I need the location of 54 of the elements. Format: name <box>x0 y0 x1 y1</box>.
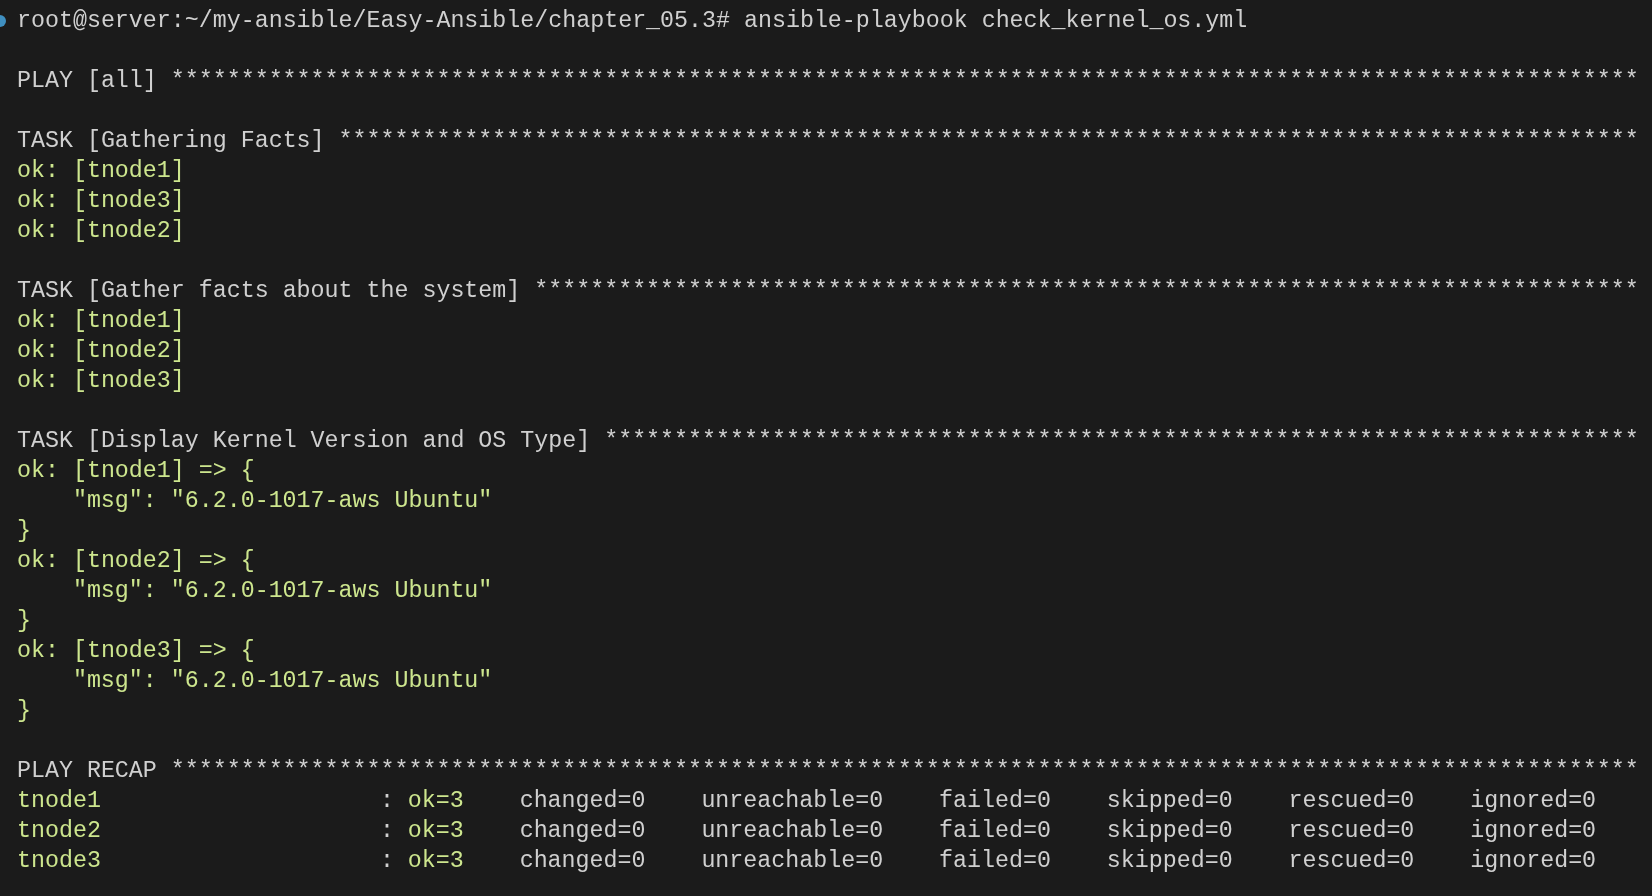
output-line: ok: [tnode2] <box>17 217 185 246</box>
recap-separator: : <box>379 847 394 876</box>
section-heading: PLAY [all] <box>17 67 157 96</box>
separator-rule: ******************************************************************************* <box>534 277 1639 306</box>
output-line: ok: [tnode3] <box>17 367 185 396</box>
separator-rule: ********************************************************************************************* <box>338 127 1639 156</box>
recap-stat: rescued=0 <box>1288 817 1415 846</box>
recap-stat: ok=3 <box>407 817 464 846</box>
recap-stat: ignored=0 <box>1470 817 1597 846</box>
host-name: tnode2 <box>17 817 102 846</box>
output-line: "msg": "6.2.0-1017-aws Ubuntu" <box>72 577 493 606</box>
recap-stat: changed=0 <box>519 787 646 816</box>
output-line: ok: [tnode2] => { <box>17 547 255 576</box>
command-marker-icon[interactable] <box>0 15 6 27</box>
output-line: } <box>17 517 31 546</box>
recap-stat: ignored=0 <box>1470 847 1597 876</box>
recap-stat: skipped=0 <box>1106 847 1233 876</box>
output-line: ok: [tnode3] => { <box>17 637 255 666</box>
output-line: ok: [tnode1] <box>17 157 185 186</box>
output-line: ok: [tnode1] <box>17 307 185 336</box>
recap-separator: : <box>379 817 394 846</box>
recap-stat: rescued=0 <box>1288 787 1415 816</box>
recap-stat: failed=0 <box>939 817 1051 846</box>
output-line: ok: [tnode3] <box>17 187 185 216</box>
section-heading: PLAY RECAP <box>17 757 157 786</box>
separator-rule: ************************************************************************** <box>604 427 1639 456</box>
output-line: ok: [tnode1] => { <box>17 457 255 486</box>
recap-stat: ignored=0 <box>1470 787 1597 816</box>
recap-separator: : <box>379 787 394 816</box>
recap-stat: failed=0 <box>939 787 1051 816</box>
recap-stat: unreachable=0 <box>701 817 884 846</box>
recap-stat: ok=3 <box>407 787 464 816</box>
recap-stat: skipped=0 <box>1106 787 1233 816</box>
host-name: tnode1 <box>17 787 102 816</box>
recap-stat: changed=0 <box>519 817 646 846</box>
output-line: "msg": "6.2.0-1017-aws Ubuntu" <box>72 667 493 696</box>
section-heading: TASK [Gathering Facts] <box>17 127 325 156</box>
recap-stat: rescued=0 <box>1288 847 1415 876</box>
separator-rule: ********************************************************************************************************* <box>170 757 1639 786</box>
output-line: } <box>17 697 31 726</box>
output-line: "msg": "6.2.0-1017-aws Ubuntu" <box>72 487 493 516</box>
host-name: tnode3 <box>17 847 102 876</box>
recap-stat: unreachable=0 <box>701 847 884 876</box>
command-prompt: root@server:~/my-ansible/Easy-Ansible/chapter_05.3# ansible-playbook check_kernel_os.yml <box>17 7 1248 36</box>
recap-stat: ok=3 <box>407 847 464 876</box>
recap-stat: skipped=0 <box>1106 817 1233 846</box>
output-line: } <box>17 607 31 636</box>
recap-stat: unreachable=0 <box>701 787 884 816</box>
section-heading: TASK [Display Kernel Version and OS Type] <box>17 427 591 456</box>
separator-rule: ********************************************************************************************************* <box>170 67 1639 96</box>
output-line: ok: [tnode2] <box>17 337 185 366</box>
recap-stat: changed=0 <box>519 847 646 876</box>
section-heading: TASK [Gather facts about the system] <box>17 277 521 306</box>
recap-stat: failed=0 <box>939 847 1051 876</box>
